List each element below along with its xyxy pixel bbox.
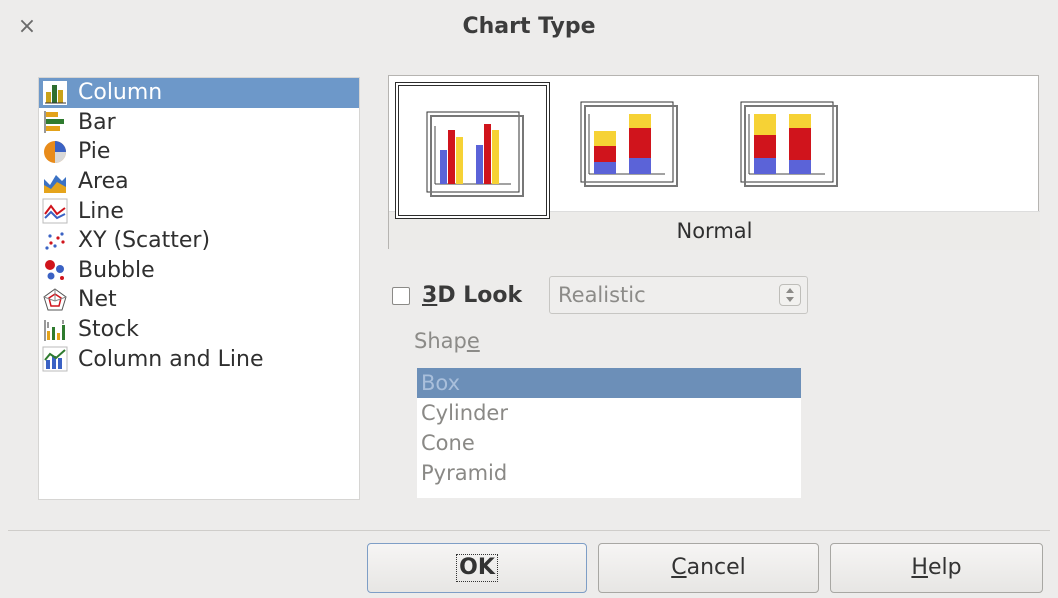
shape-item-cylinder[interactable]: Cylinder (417, 398, 801, 428)
chart-type-list[interactable]: Column Bar Pie Area Line XY (Scatter) Bu… (38, 77, 360, 500)
stock-chart-icon (42, 317, 68, 343)
3d-look-label: 3D Look (422, 283, 522, 308)
chart-type-item-column-line[interactable]: Column and Line (39, 344, 359, 374)
area-chart-icon (42, 169, 68, 195)
chart-type-label: Stock (78, 317, 139, 343)
chart-type-label: Line (78, 198, 124, 224)
chart-type-label: Column and Line (78, 346, 264, 372)
chart-type-item-net[interactable]: Net (39, 285, 359, 315)
chart-type-label: Pie (78, 139, 111, 165)
help-button[interactable]: Help (830, 543, 1043, 593)
percent-stacked-column-variant-icon (740, 101, 838, 187)
bubble-chart-icon (42, 257, 68, 283)
cancel-button[interactable]: Cancel (598, 543, 819, 593)
chart-type-label: XY (Scatter) (78, 228, 211, 254)
chart-type-label: Column (78, 80, 163, 106)
button-separator (8, 530, 1050, 531)
shape-label-prefix: Shap (414, 329, 467, 353)
chart-type-dialog: × Chart Type Column Bar Pie Area Line XY… (0, 0, 1058, 598)
shape-item-pyramid[interactable]: Pyramid (417, 458, 801, 488)
ok-button[interactable]: OK (367, 543, 587, 593)
bar-chart-icon (42, 109, 68, 135)
dialog-title: Chart Type (462, 14, 596, 39)
line-chart-icon (42, 198, 68, 224)
title-bar: × Chart Type (0, 0, 1058, 58)
shape-item-box[interactable]: Box (417, 368, 801, 398)
cancel-mnemonic: C (671, 555, 687, 580)
ok-button-label: OK (456, 554, 498, 582)
help-label-rest: elp (927, 555, 962, 580)
3d-scheme-select[interactable]: Realistic (549, 276, 808, 314)
column-line-chart-icon (42, 346, 68, 372)
net-chart-icon (42, 287, 68, 313)
column-chart-icon (42, 80, 68, 106)
help-mnemonic: H (911, 555, 928, 580)
normal-column-variant-icon (426, 111, 524, 197)
shape-label: Shape (414, 329, 480, 353)
chart-type-item-column[interactable]: Column (39, 78, 359, 108)
chart-type-label: Area (78, 169, 129, 195)
stacked-column-variant-icon (580, 101, 678, 187)
variant-stacked[interactable] (577, 98, 687, 196)
3d-look-checkbox[interactable] (392, 286, 410, 305)
pie-chart-icon (42, 139, 68, 165)
select-spinner-icon[interactable] (779, 284, 801, 306)
shape-label-mnemonic: e (466, 329, 480, 353)
3d-look-label-rest: D Look (437, 283, 523, 308)
chart-type-label: Bar (78, 109, 116, 135)
variant-caption: Normal (676, 219, 753, 243)
chart-type-label: Bubble (78, 257, 155, 283)
variant-normal[interactable] (395, 82, 550, 219)
3d-look-checkbox-row[interactable]: 3D Look (392, 283, 522, 308)
3d-scheme-value: Realistic (558, 283, 646, 307)
shape-item-cone[interactable]: Cone (417, 428, 801, 458)
chart-type-item-stock[interactable]: Stock (39, 315, 359, 345)
chart-type-item-line[interactable]: Line (39, 196, 359, 226)
chart-variants-panel: Normal (388, 75, 1040, 250)
variant-percent-stacked[interactable] (737, 98, 847, 196)
chart-type-item-pie[interactable]: Pie (39, 137, 359, 167)
scatter-chart-icon (42, 228, 68, 254)
chart-type-item-area[interactable]: Area (39, 167, 359, 197)
cancel-label-rest: ancel (686, 555, 746, 580)
chart-type-item-bar[interactable]: Bar (39, 108, 359, 138)
shape-list[interactable]: Box Cylinder Cone Pyramid (417, 368, 801, 498)
3d-look-mnemonic: 3 (422, 283, 438, 308)
chart-type-label: Net (78, 287, 117, 313)
chart-type-item-scatter[interactable]: XY (Scatter) (39, 226, 359, 256)
chart-type-item-bubble[interactable]: Bubble (39, 256, 359, 286)
